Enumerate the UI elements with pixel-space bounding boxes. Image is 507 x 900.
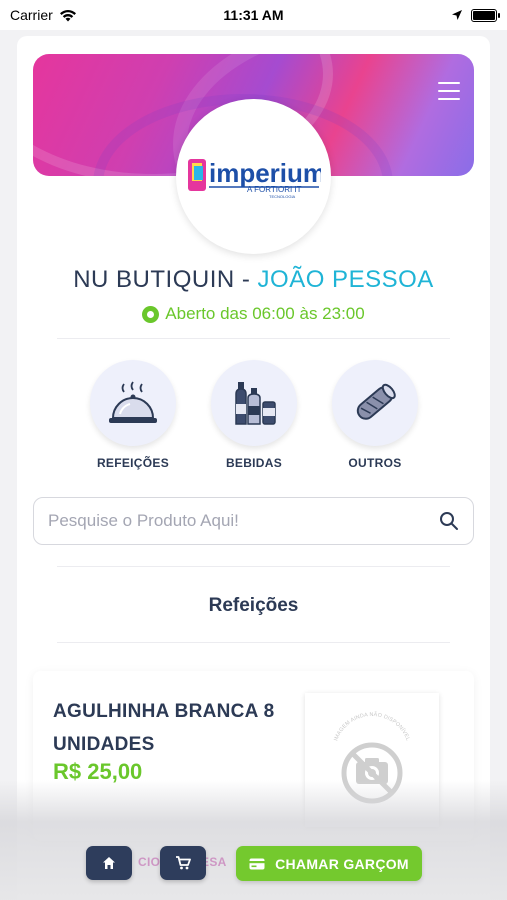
menu-icon[interactable]	[438, 82, 460, 100]
no-image-caption: IMAGEM AINDA NÃO DISPONÍVEL	[333, 711, 410, 742]
store-name: NU BUTIQUIN - JOÃO PESSOA	[17, 266, 490, 294]
store-name-separator: -	[234, 266, 258, 293]
burrito-icon	[356, 383, 396, 420]
status-bar: Carrier 11:31 AM	[0, 0, 507, 30]
carrier-label: Carrier	[10, 7, 53, 23]
bottles-icon	[235, 382, 276, 425]
bottom-bar: CIONAR MESA CHAMAR GARÇOM	[0, 840, 507, 884]
divider	[57, 566, 450, 567]
cart-icon	[176, 856, 191, 870]
category-list: REFEIÇÕES BEBIDAS OUTROS	[17, 360, 490, 475]
call-waiter-button[interactable]: CHAMAR GARÇOM	[236, 846, 422, 881]
open-status-icon	[142, 305, 160, 323]
opening-hours-text: Aberto das 06:00 às 23:00	[165, 304, 365, 323]
product-name: AGULHINHA BRANCA 8 UNIDADES	[53, 701, 275, 755]
battery-icon	[471, 8, 500, 22]
category-refeicoes[interactable]: REFEIÇÕES	[73, 360, 193, 470]
cloche-icon	[109, 381, 157, 423]
category-bebidas[interactable]: BEBIDAS	[194, 360, 314, 470]
search-bar	[33, 497, 474, 545]
logo-sub-text: TECNOLOGIA	[269, 194, 296, 199]
store-name-text: NU BUTIQUIN	[73, 266, 235, 293]
divider	[57, 338, 450, 339]
card-icon	[249, 858, 265, 869]
wifi-icon	[59, 9, 76, 21]
category-outros[interactable]: OUTROS	[315, 360, 435, 470]
logo-brand-text: imperium	[209, 158, 321, 188]
section-title: Refeições	[208, 595, 299, 616]
search-icon[interactable]	[439, 511, 459, 531]
category-label: REFEIÇÕES	[96, 456, 170, 470]
call-waiter-label: CHAMAR GARÇOM	[275, 855, 409, 872]
home-icon	[103, 857, 115, 869]
store-logo: imperium A FORTIORI IT TECNOLOGIA	[176, 99, 331, 254]
svg-text:IMAGEM AINDA NÃO DISPONÍVEL: IMAGEM AINDA NÃO DISPONÍVEL	[333, 711, 411, 742]
divider	[57, 642, 450, 643]
category-label: BEBIDAS	[225, 456, 283, 470]
store-city: JOÃO PESSOA	[257, 266, 434, 293]
home-button[interactable]	[86, 846, 132, 880]
search-input[interactable]	[48, 511, 439, 531]
opening-hours: Aberto das 06:00 às 23:00	[17, 304, 490, 324]
cart-button[interactable]	[160, 846, 206, 880]
store-card: imperium A FORTIORI IT TECNOLOGIA NU BUT…	[17, 36, 490, 900]
imperium-logo: imperium A FORTIORI IT TECNOLOGIA	[187, 158, 321, 199]
category-label: OUTROS	[348, 456, 402, 470]
location-arrow-icon	[452, 10, 462, 20]
